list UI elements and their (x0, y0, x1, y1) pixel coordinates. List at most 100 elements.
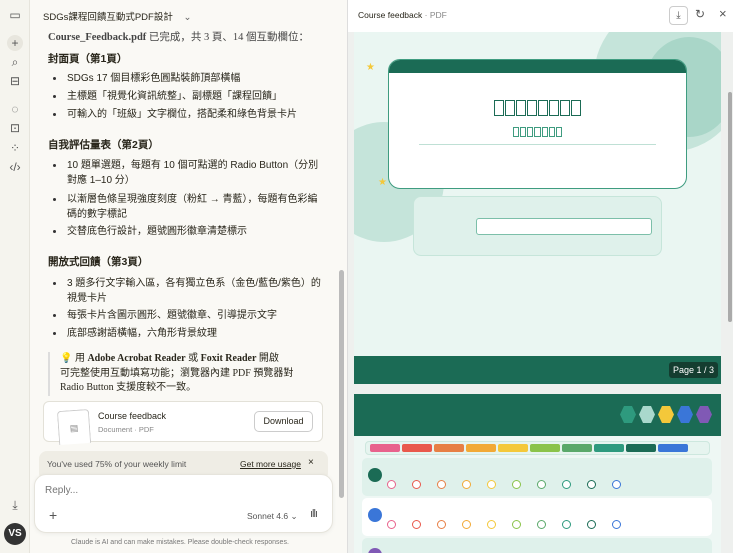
list-item: 3 題多行文字輸入區，各有獨立色系（金色/藍色/紫色）的 視覺卡片 (53, 276, 321, 306)
refresh-icon[interactable]: ↻ (695, 7, 705, 21)
chevron-down-icon: ⌄ (183, 12, 192, 23)
pdf-scrollbar[interactable] (728, 92, 732, 322)
radio-button[interactable] (537, 480, 546, 489)
list-item: 10 題單選題，每題有 10 個可點選的 Radio Button（分別 對應 1… (53, 158, 318, 188)
list-item: 可輸入的「班級」文字欄位，搭配柔和綠色背景卡片 (53, 107, 297, 122)
question-row-1 (362, 458, 712, 496)
radio-button[interactable] (412, 520, 421, 529)
radio-button[interactable] (462, 520, 471, 529)
artifacts-icon[interactable]: ⊡ (7, 120, 23, 136)
cover-title (389, 97, 686, 118)
reply-input[interactable] (45, 485, 315, 496)
page-indicator: Page 1 / 3 (669, 362, 719, 378)
hexagon-decoration (696, 406, 712, 423)
panel-title: Course feedback · PDF (358, 10, 447, 20)
list-item: SDGs 17 個目標彩色圓點裝飾頂部橫幅 (53, 71, 240, 86)
radio-button[interactable] (612, 520, 621, 529)
hexagon-decoration (620, 406, 636, 423)
search-icon[interactable]: ⌕ (7, 54, 23, 70)
radio-button[interactable] (612, 480, 621, 489)
tip-callout: 💡 用 Adobe Acrobat Reader 或 Foxit Reader … (48, 352, 293, 396)
star-icon: ★ (366, 62, 375, 73)
sidebar-toggle-icon[interactable]: ▭ (7, 7, 23, 23)
avatar[interactable]: VS (4, 523, 26, 545)
pdf-page-2 (354, 394, 721, 553)
disclaimer: Claude is AI and can make mistakes. Plea… (71, 539, 289, 546)
document-icon: ▤ (56, 408, 92, 446)
chat-scrollbar[interactable] (339, 270, 344, 498)
radio-button[interactable] (512, 480, 521, 489)
question-row-3 (362, 538, 712, 553)
download-app-icon[interactable]: ⤓ (7, 497, 23, 513)
scale-segment (498, 444, 528, 452)
radio-button[interactable] (412, 480, 421, 489)
projects-icon[interactable]: ⊟ (7, 73, 23, 89)
radio-button[interactable] (487, 480, 496, 489)
scale-segment (466, 444, 496, 452)
lightbulb-icon: 💡 (60, 353, 73, 364)
usage-text: You've used 75% of your weekly limit (47, 459, 187, 469)
radio-button[interactable] (537, 520, 546, 529)
close-icon[interactable]: × (308, 457, 314, 468)
file-name: Course_Feedback.pdf (48, 32, 147, 43)
radio-button[interactable] (562, 480, 571, 489)
scale-segment (626, 444, 656, 452)
scale-segment (562, 444, 592, 452)
list-item: 交替底色行設計，題號圓形徽章清楚標示 (53, 224, 247, 239)
list-item: 主標題「視覺化資訊統整」、副標題「課程回饋」 (53, 89, 282, 104)
class-field-card (413, 196, 662, 256)
conversation-title[interactable]: SDGs課程回饋互動式PDF設計 ⌄ (43, 9, 191, 23)
apps-icon[interactable]: ⁘ (7, 140, 23, 156)
section-heading: 封面頁（第1頁） (48, 53, 128, 65)
chats-icon[interactable]: ◌ (7, 101, 23, 117)
artifact-meta: Document · PDF (98, 425, 154, 434)
download-button[interactable]: Download (254, 411, 313, 432)
scale-segment (402, 444, 432, 452)
class-input[interactable] (476, 218, 652, 235)
close-panel-icon[interactable]: × (719, 6, 727, 21)
scale-segment (594, 444, 624, 452)
section-heading: 開放式回饋（第3頁） (48, 256, 149, 268)
radio-button[interactable] (562, 520, 571, 529)
scale-segment (658, 444, 688, 452)
artifact-name: Course feedback (98, 411, 167, 421)
hexagon-decoration (658, 406, 674, 423)
title-text: SDGs課程回饋互動式PDF設計 (43, 12, 173, 23)
pdf-page-1: ★ ★ Page 1 / 3 (354, 32, 721, 384)
radio-button[interactable] (587, 480, 596, 489)
radio-button[interactable] (387, 520, 396, 529)
intro-rest: 已完成，共 3 頁、14 個互動欄位： (146, 32, 310, 43)
star-icon: ★ (378, 177, 387, 188)
radio-button[interactable] (587, 520, 596, 529)
plus-icon[interactable]: + (49, 507, 57, 523)
radio-button[interactable] (487, 520, 496, 529)
voice-icon[interactable]: ıllı (310, 508, 318, 520)
intro-text: Course_Feedback.pdf 已完成，共 3 頁、14 個互動欄位： (48, 29, 309, 44)
get-more-usage-link[interactable]: Get more usage (240, 459, 301, 469)
hexagon-decoration (639, 406, 655, 423)
radio-button[interactable] (387, 480, 396, 489)
scale-segment (530, 444, 560, 452)
model-selector[interactable]: Sonnet 4.6 ⌄ (247, 511, 298, 522)
composer: + Sonnet 4.6 ⌄ ıllı (34, 474, 333, 533)
radio-button[interactable] (462, 480, 471, 489)
pdf-viewer: ★ ★ Page 1 / 3 (348, 32, 733, 553)
new-chat-icon[interactable]: + (7, 35, 23, 51)
scale-segment (370, 444, 400, 452)
download-icon[interactable]: ⤓ (669, 6, 688, 25)
section-heading: 自我評估量表（第2頁） (48, 139, 159, 151)
page-2-header (354, 394, 721, 436)
hexagon-decoration (677, 406, 693, 423)
radio-button[interactable] (437, 480, 446, 489)
list-item: 底部感謝語橫幅，六角形背景紋理 (53, 326, 217, 341)
left-rail: ▭ + ⌕ ⊟ ◌ ⊡ ⁘ ‹/› ⤓ VS (0, 0, 30, 553)
radio-button[interactable] (512, 520, 521, 529)
cover-subtitle (389, 126, 686, 138)
list-item: 每張卡片含圖示圓形、題號徽章、引導提示文字 (53, 308, 277, 323)
radio-button[interactable] (437, 520, 446, 529)
question-row-2 (362, 498, 712, 536)
cover-card (388, 59, 687, 189)
scale-segment (434, 444, 464, 452)
page-banner (354, 356, 721, 384)
code-icon[interactable]: ‹/› (7, 159, 23, 175)
